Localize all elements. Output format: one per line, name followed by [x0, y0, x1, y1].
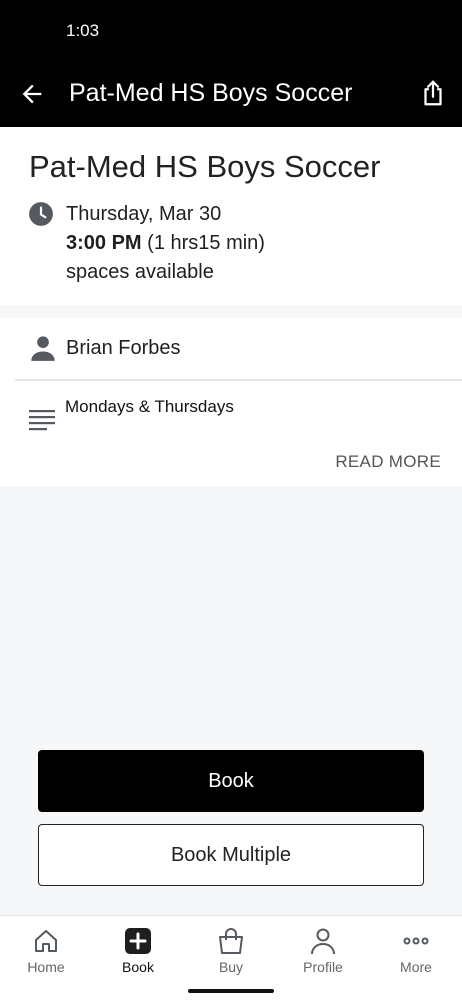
instructor-name: Brian Forbes — [66, 337, 181, 359]
person-outline-icon — [311, 928, 335, 955]
status-time: 1:03 — [66, 21, 100, 40]
arrow-left-icon[interactable] — [18, 80, 46, 108]
read-more-link[interactable]: READ MORE — [335, 452, 441, 472]
nav-label-profile: Profile — [303, 959, 343, 975]
shopping-bag-icon — [219, 928, 243, 954]
app-bar: Pat-Med HS Boys Soccer — [0, 62, 462, 127]
plus-square-icon — [125, 928, 151, 954]
book-button[interactable]: Book — [38, 750, 424, 812]
event-duration: (1 hrs15 min) — [147, 232, 265, 254]
event-title: Pat-Med HS Boys Soccer — [29, 149, 381, 184]
clock-icon — [29, 202, 53, 226]
event-availability: spaces available — [66, 261, 214, 283]
more-horizontal-icon — [403, 937, 429, 945]
share-icon[interactable] — [418, 78, 448, 108]
book-multiple-button[interactable]: Book Multiple — [38, 824, 424, 886]
nav-item-book[interactable]: Book — [92, 926, 184, 975]
event-date: Thursday, Mar 30 — [66, 203, 222, 225]
nav-label-buy: Buy — [218, 959, 244, 975]
home-icon — [35, 930, 57, 952]
app-bar-title: Pat-Med HS Boys Soccer — [69, 79, 353, 107]
event-description: Mondays & Thursdays — [65, 397, 234, 416]
nav-label-home: Home — [27, 959, 65, 975]
person-icon — [31, 336, 55, 361]
event-details-card: Brian Forbes Mondays & Thursdays READ MO… — [0, 318, 462, 486]
nav-item-profile[interactable]: Profile — [277, 926, 369, 975]
event-start-time: 3:00 PM — [66, 232, 142, 254]
divider — [15, 379, 462, 381]
nav-label-book: Book — [122, 959, 154, 975]
nav-item-home[interactable]: Home — [0, 926, 92, 975]
status-bar: 1:03 — [0, 0, 462, 62]
event-time: 3:00 PM (1 hrs15 min) — [66, 232, 265, 255]
nav-item-more[interactable]: More — [370, 926, 462, 975]
nav-label-more: More — [400, 959, 432, 975]
notes-icon — [29, 410, 55, 431]
nav-item-buy[interactable]: Buy — [185, 926, 277, 975]
event-summary-card: Pat-Med HS Boys Soccer Thursday, Mar 30 … — [0, 127, 462, 305]
home-indicator — [188, 989, 274, 993]
